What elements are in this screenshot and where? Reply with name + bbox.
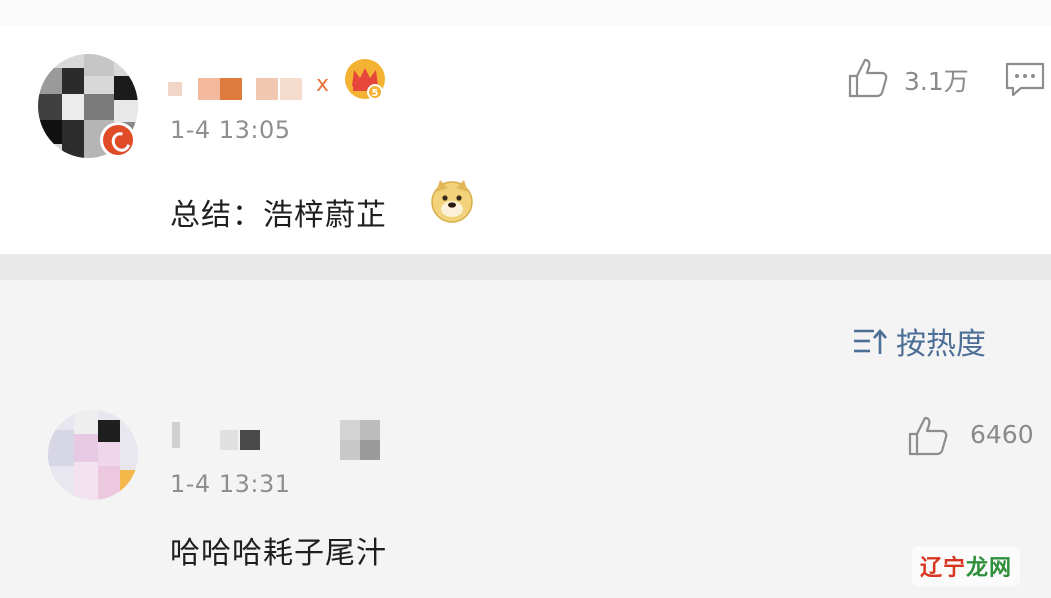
- comment-text: 哈哈哈耗子尾汁: [170, 536, 387, 571]
- watermark-part-b: 龙网: [966, 556, 1013, 581]
- like-count: 3.1万: [904, 67, 969, 96]
- verified-badge-icon: [100, 122, 136, 158]
- vip-crown-icon: 5: [345, 59, 385, 100]
- comment-timestamp: 1-4 13:05: [170, 116, 291, 144]
- avatar[interactable]: [48, 410, 138, 500]
- username-suffix: x: [316, 72, 330, 97]
- reply-icon[interactable]: [1004, 58, 1046, 100]
- sort-icon: [854, 329, 887, 354]
- watermark-part-a: 辽宁: [919, 556, 966, 581]
- top-strip: [0, 0, 1051, 27]
- thumbs-up-icon[interactable]: [846, 56, 890, 100]
- top-comment-card: [0, 26, 1051, 254]
- like-count: 6460: [970, 420, 1034, 449]
- sort-label: 按热度: [896, 327, 986, 362]
- site-watermark: 辽宁 龙网: [912, 546, 1020, 586]
- username-blurred[interactable]: [168, 418, 388, 460]
- comment-text: 总结：浩梓蔚芷: [170, 198, 387, 233]
- doge-emoji-icon: [431, 180, 473, 223]
- sort-by-heat-button[interactable]: 按热度: [852, 320, 986, 362]
- section-divider: [0, 254, 1051, 280]
- username-blurred[interactable]: [168, 72, 338, 102]
- thumbs-up-icon[interactable]: [906, 414, 950, 458]
- svg-text:5: 5: [372, 88, 379, 99]
- comment-timestamp: 1-4 13:31: [170, 470, 291, 498]
